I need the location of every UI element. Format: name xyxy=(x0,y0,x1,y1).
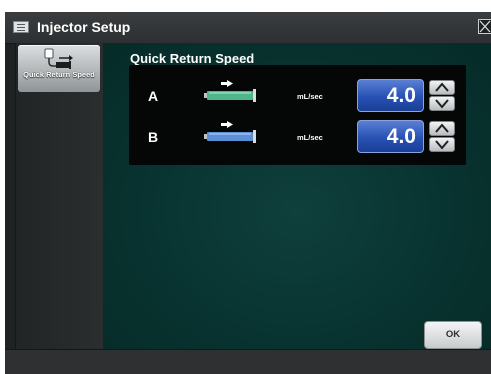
chevron-up-icon xyxy=(435,82,449,92)
chevron-down-icon xyxy=(435,140,449,150)
increase-a-button[interactable] xyxy=(429,80,455,95)
sidebar: Quick Return Speed xyxy=(15,43,105,349)
quick-return-icon xyxy=(44,48,73,69)
speed-panel: A mL/sec 4.0 B mL/sec 4.0 xyxy=(129,65,466,165)
list-icon xyxy=(13,21,29,33)
unit-label: mL/sec xyxy=(297,133,323,142)
close-icon[interactable] xyxy=(478,19,491,34)
decrease-b-button[interactable] xyxy=(429,137,455,152)
speed-b-value[interactable]: 4.0 xyxy=(357,120,424,153)
channel-a-row: A mL/sec 4.0 xyxy=(129,79,466,115)
channel-b-label: B xyxy=(148,129,159,145)
chevron-down-icon xyxy=(435,99,449,109)
main-content: Quick Return Speed A mL/sec 4.0 B mL/sec… xyxy=(103,43,491,349)
bottom-bar xyxy=(5,349,491,374)
chevron-up-icon xyxy=(435,123,449,133)
unit-label: mL/sec xyxy=(297,92,323,101)
syringe-icon xyxy=(204,121,256,143)
injector-setup-window: Injector Setup Quick Return Speed Quick … xyxy=(5,12,491,374)
title-bar: Injector Setup xyxy=(5,12,491,44)
increase-b-button[interactable] xyxy=(429,121,455,136)
syringe-icon xyxy=(204,80,256,102)
section-title: Quick Return Speed xyxy=(130,51,255,66)
channel-a-label: A xyxy=(148,88,159,104)
window-title: Injector Setup xyxy=(37,19,131,35)
channel-b-row: B mL/sec 4.0 xyxy=(129,120,466,156)
sidebar-item-label: Quick Return Speed xyxy=(23,70,95,79)
speed-a-value[interactable]: 4.0 xyxy=(357,79,424,112)
ok-button[interactable]: OK xyxy=(424,321,482,349)
decrease-a-button[interactable] xyxy=(429,96,455,111)
sidebar-item-quick-return-speed[interactable]: Quick Return Speed xyxy=(18,45,100,92)
